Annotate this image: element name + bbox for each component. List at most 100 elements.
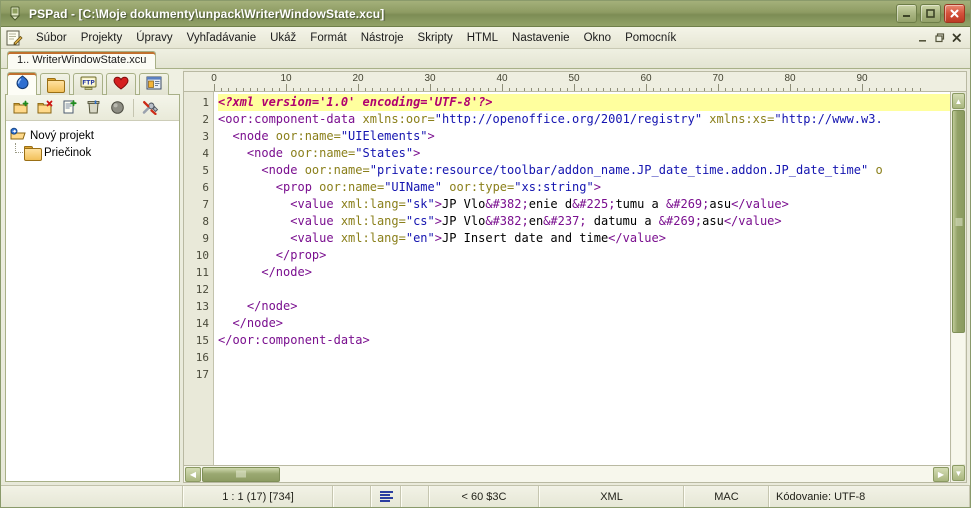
- code-line: <value xml:lang="sk">JP Vlo&#382;enie d&…: [218, 196, 950, 213]
- ruler-label: 90: [856, 73, 867, 84]
- ruler-label: 70: [712, 73, 723, 84]
- mdi-restore-button[interactable]: [932, 31, 947, 45]
- vertical-scroll-track[interactable]: [952, 110, 965, 464]
- scroll-down-button[interactable]: ▼: [952, 465, 965, 481]
- code-token: <node: [218, 163, 305, 177]
- vertical-scrollbar[interactable]: ▲ ▼: [951, 91, 967, 483]
- folder-delete-icon[interactable]: [35, 98, 55, 118]
- status-wrap-toggle[interactable]: [371, 486, 401, 507]
- mdi-minimize-button[interactable]: [915, 31, 930, 45]
- menu-okno[interactable]: Okno: [577, 30, 619, 46]
- menu-html[interactable]: HTML: [460, 30, 505, 46]
- editor-column: 1234567891011121314151617 <?xml version=…: [183, 91, 951, 483]
- code-token: "UIName": [384, 180, 442, 194]
- code-line: [218, 366, 950, 383]
- favourites-tab[interactable]: [106, 73, 136, 95]
- code-token: "http://openoffice.org/2001/registry": [435, 112, 702, 126]
- close-button[interactable]: [944, 4, 965, 23]
- code-token: JP Vlo: [442, 214, 485, 228]
- main-body: FTP: [1, 69, 970, 485]
- code-token: xmlns:xs=: [709, 112, 774, 126]
- code-line: </node>: [218, 264, 950, 281]
- vertical-scroll-thumb[interactable]: [952, 110, 965, 333]
- minimize-button[interactable]: [896, 4, 917, 23]
- ruler-label: 0: [211, 73, 217, 84]
- mdi-close-button[interactable]: [949, 31, 964, 45]
- windows-icon: [146, 76, 162, 93]
- menu-skripty[interactable]: Skripty: [411, 30, 460, 46]
- menu-upravy[interactable]: Úpravy: [129, 30, 179, 46]
- heart-icon: [113, 76, 129, 93]
- file-remove-icon[interactable]: [83, 98, 103, 118]
- document-tab[interactable]: 1.. WriterWindowState.xcu: [7, 51, 156, 69]
- scroll-left-button[interactable]: ◀: [185, 467, 201, 482]
- file-explorer-tab[interactable]: [40, 73, 70, 95]
- code-token: tumu a: [615, 197, 666, 211]
- code-token: "en": [406, 231, 435, 245]
- line-number: 2: [184, 111, 213, 128]
- code-explorer-tab[interactable]: [139, 73, 169, 95]
- status-line-ending[interactable]: MAC: [684, 486, 769, 507]
- menu-format[interactable]: Formát: [303, 30, 353, 46]
- code-line: </prop>: [218, 247, 950, 264]
- code-token: oor:name=: [276, 129, 341, 143]
- code-line: [218, 281, 950, 298]
- menu-nastavenie[interactable]: Nastavenie: [505, 30, 577, 46]
- line-number-gutter: 1234567891011121314151617: [184, 92, 214, 465]
- menu-vyhladavanie[interactable]: Vyhľadávanie: [180, 30, 263, 46]
- horizontal-scroll-track[interactable]: [202, 467, 932, 482]
- horizontal-scrollbar[interactable]: ◀ ▶: [183, 466, 951, 483]
- projects-tab[interactable]: [7, 72, 37, 95]
- ruler-label: 20: [352, 73, 363, 84]
- code-text[interactable]: <?xml version='1.0' encoding='UTF-8'?><o…: [214, 92, 950, 465]
- menu-nastroje[interactable]: Nástroje: [354, 30, 411, 46]
- code-token: xml:lang=: [341, 197, 406, 211]
- line-number: 9: [184, 230, 213, 247]
- ftp-icon: FTP: [80, 76, 97, 94]
- code-token: xmlns:oor=: [363, 112, 435, 126]
- menu-bar: Súbor Projekty Úpravy Vyhľadávanie Ukáž …: [1, 27, 970, 49]
- menu-pomocnik[interactable]: Pomocník: [618, 30, 683, 46]
- scroll-right-button[interactable]: ▶: [933, 467, 949, 482]
- code-line: <value xml:lang="cs">JP Vlo&#382;en&#237…: [218, 213, 950, 230]
- tree-root-node[interactable]: Nový projekt: [10, 126, 175, 145]
- code-line: <prop oor:name="UIName" oor:type="xs:str…: [218, 179, 950, 196]
- folder-new-icon[interactable]: [11, 98, 31, 118]
- ruler-tick: [502, 84, 503, 91]
- menu-ukaz[interactable]: Ukáž: [263, 30, 303, 46]
- code-token: o: [868, 163, 882, 177]
- code-token: "http://www.w3.: [774, 112, 882, 126]
- code-token: <value: [218, 214, 341, 228]
- file-add-icon[interactable]: [59, 98, 79, 118]
- code-token: <oor:component-data: [218, 112, 363, 126]
- column-ruler: 0102030405060708090: [183, 71, 967, 91]
- editor-area[interactable]: 1234567891011121314151617 <?xml version=…: [183, 91, 951, 466]
- tree-child-node[interactable]: Priečinok: [10, 145, 175, 160]
- scroll-up-button[interactable]: ▲: [952, 93, 965, 109]
- code-token: <value: [218, 231, 341, 245]
- code-token: datumu a: [587, 214, 659, 228]
- svg-text:FTP: FTP: [82, 79, 95, 86]
- status-syntax-mode[interactable]: XML: [539, 486, 684, 507]
- pspad-icon: [7, 6, 23, 22]
- tree-root-label: Nový projekt: [30, 130, 94, 142]
- code-token: asu: [702, 214, 724, 228]
- code-token: <prop: [218, 180, 319, 194]
- ftp-tab[interactable]: FTP: [73, 73, 103, 95]
- code-token: </node>: [218, 316, 283, 330]
- mdi-window-controls: [915, 31, 970, 45]
- code-token: oor:name=: [305, 163, 370, 177]
- folder-icon: [24, 146, 40, 159]
- blue-diamond-icon: [15, 75, 30, 93]
- code-line: </node>: [218, 298, 950, 315]
- horizontal-scroll-thumb[interactable]: [202, 467, 280, 482]
- tools-icon[interactable]: [140, 98, 160, 118]
- code-token: &#269;: [666, 197, 709, 211]
- sphere-icon[interactable]: [107, 98, 127, 118]
- menu-subor[interactable]: Súbor: [29, 30, 74, 46]
- project-tree: Nový projekt Priečinok: [6, 121, 179, 481]
- maximize-button[interactable]: [920, 4, 941, 23]
- menu-projekty[interactable]: Projekty: [74, 30, 130, 46]
- code-token: </value>: [724, 214, 782, 228]
- status-encoding[interactable]: Kódovanie: UTF-8: [769, 486, 970, 507]
